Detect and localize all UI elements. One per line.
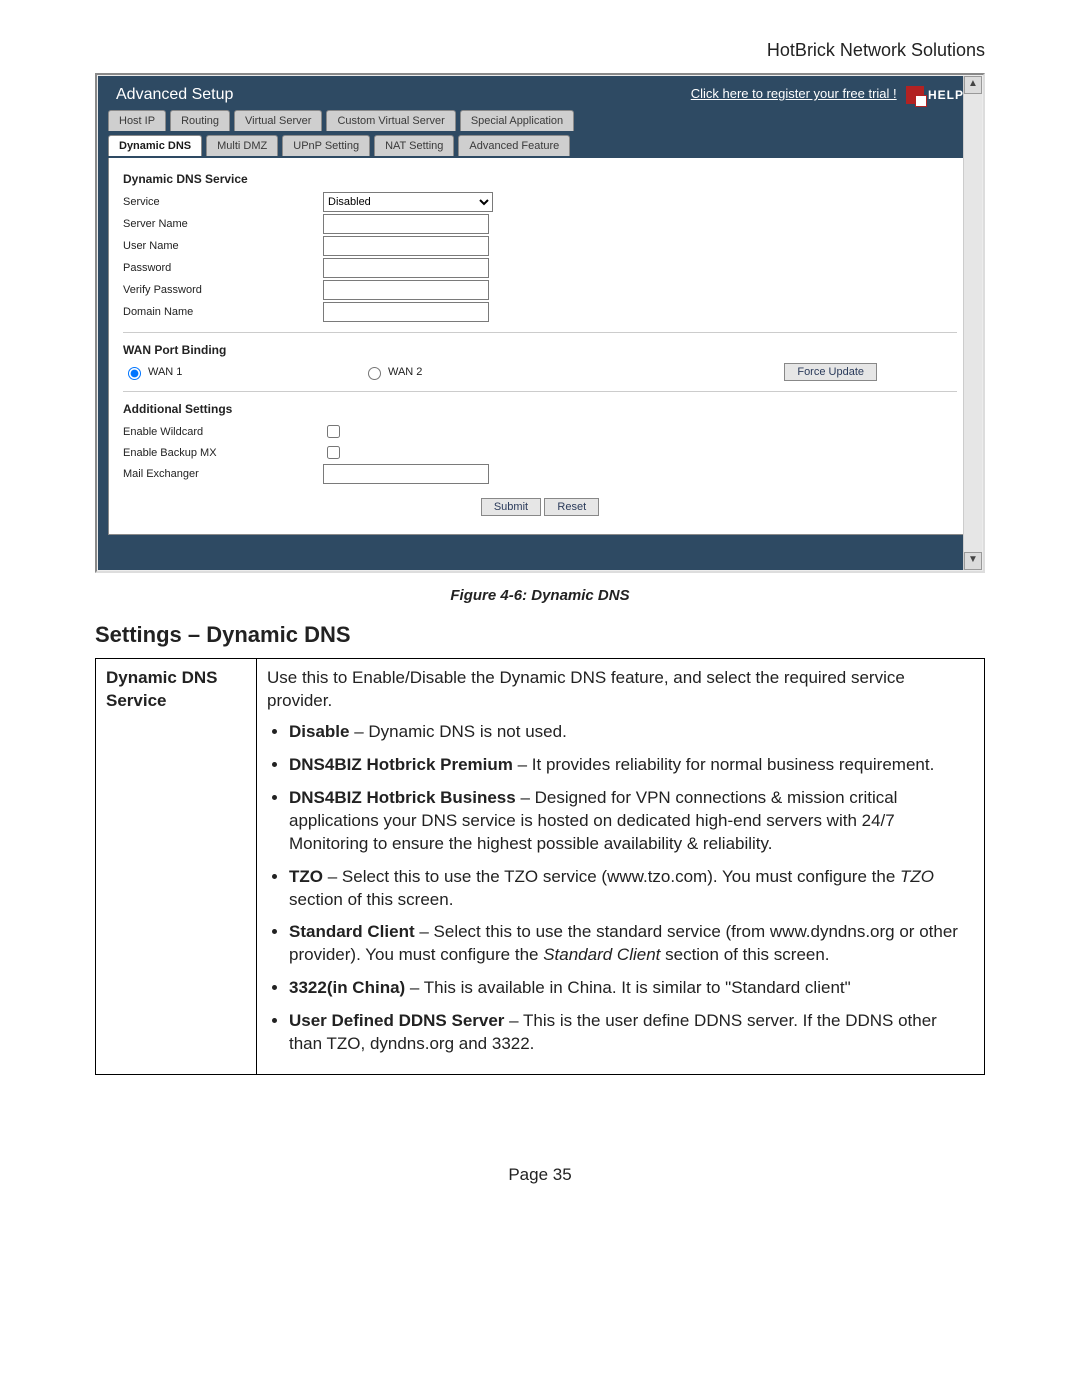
settings-key: Dynamic DNS Service — [96, 659, 257, 1075]
list-item: Standard Client – Select this to use the… — [289, 921, 974, 967]
list-item: User Defined DDNS Server – This is the u… — [289, 1010, 974, 1056]
tab-special-application[interactable]: Special Application — [460, 110, 574, 131]
mail-exchanger-label: Mail Exchanger — [123, 468, 323, 480]
tab-nat-setting[interactable]: NAT Setting — [374, 135, 454, 156]
server-name-label: Server Name — [123, 218, 323, 230]
settings-intro: Use this to Enable/Disable the Dynamic D… — [267, 667, 974, 713]
enable-wildcard-checkbox[interactable] — [327, 425, 340, 438]
force-update-button[interactable]: Force Update — [784, 363, 877, 381]
form-panel: Dynamic DNS Service Service Disabled Ser… — [108, 158, 972, 535]
scroll-down-icon[interactable]: ▼ — [964, 552, 982, 570]
tab-row-1: Host IPRoutingVirtual ServerCustom Virtu… — [98, 108, 982, 133]
list-item: DNS4BIZ Hotbrick Business – Designed for… — [289, 787, 974, 856]
enable-wildcard-label: Enable Wildcard — [123, 426, 323, 438]
tab-multi-dmz[interactable]: Multi DMZ — [206, 135, 278, 156]
tab-row-2: Dynamic DNSMulti DMZUPnP SettingNAT Sett… — [98, 133, 982, 158]
section-additional-title: Additional Settings — [123, 402, 957, 416]
user-name-label: User Name — [123, 240, 323, 252]
mail-exchanger-input[interactable] — [323, 464, 489, 484]
wan1-radio-input[interactable] — [128, 367, 141, 380]
settings-table: Dynamic DNS Service Use this to Enable/D… — [95, 658, 985, 1075]
panel-title: Advanced Setup — [116, 86, 233, 104]
reset-button[interactable]: Reset — [544, 498, 599, 516]
settings-value-cell: Use this to Enable/Disable the Dynamic D… — [257, 659, 985, 1075]
section-ddns-title: Dynamic DNS Service — [123, 172, 957, 186]
list-item: TZO – Select this to use the TZO service… — [289, 866, 974, 912]
tab-host-ip[interactable]: Host IP — [108, 110, 166, 131]
list-item: 3322(in China) – This is available in Ch… — [289, 977, 974, 1000]
help-label: HELP — [928, 88, 964, 102]
figure-caption: Figure 4-6: Dynamic DNS — [95, 587, 985, 604]
server-name-input[interactable] — [323, 214, 489, 234]
service-select[interactable]: Disabled — [323, 192, 493, 212]
tab-advanced-feature[interactable]: Advanced Feature — [458, 135, 570, 156]
help-icon — [906, 86, 924, 104]
service-label: Service — [123, 196, 323, 208]
register-link[interactable]: Click here to register your free trial ! — [691, 86, 897, 101]
scroll-up-icon[interactable]: ▲ — [964, 76, 982, 94]
wan2-radio-input[interactable] — [368, 367, 381, 380]
wan2-label: WAN 2 — [388, 366, 422, 378]
verify-password-input[interactable] — [323, 280, 489, 300]
tab-virtual-server[interactable]: Virtual Server — [234, 110, 322, 131]
enable-backup-mx-checkbox[interactable] — [327, 446, 340, 459]
scrollbar[interactable]: ▲ ▼ — [963, 76, 982, 570]
password-input[interactable] — [323, 258, 489, 278]
enable-backup-mx-label: Enable Backup MX — [123, 447, 323, 459]
app-window: ▲ ▼ Advanced Setup Click here to registe… — [95, 73, 985, 573]
user-name-input[interactable] — [323, 236, 489, 256]
domain-name-input[interactable] — [323, 302, 489, 322]
settings-list: Disable – Dynamic DNS is not used. DNS4BI… — [267, 721, 974, 1056]
list-item: Disable – Dynamic DNS is not used. — [289, 721, 974, 744]
wan1-radio[interactable]: WAN 1 — [123, 364, 323, 380]
submit-button[interactable]: Submit — [481, 498, 541, 516]
tab-upnp-setting[interactable]: UPnP Setting — [282, 135, 370, 156]
tab-dynamic-dns[interactable]: Dynamic DNS — [108, 135, 202, 156]
help-button[interactable]: HELP — [906, 86, 964, 104]
section-wan-title: WAN Port Binding — [123, 343, 957, 357]
verify-password-label: Verify Password — [123, 284, 323, 296]
wan1-label: WAN 1 — [148, 366, 182, 378]
domain-name-label: Domain Name — [123, 306, 323, 318]
document-header: HotBrick Network Solutions — [95, 40, 985, 61]
tab-custom-virtual-server[interactable]: Custom Virtual Server — [326, 110, 455, 131]
tab-routing[interactable]: Routing — [170, 110, 230, 131]
page-number: Page 35 — [95, 1165, 985, 1185]
password-label: Password — [123, 262, 323, 274]
settings-heading: Settings – Dynamic DNS — [95, 622, 985, 648]
list-item: DNS4BIZ Hotbrick Premium – It provides r… — [289, 754, 974, 777]
wan2-radio[interactable]: WAN 2 — [363, 364, 422, 380]
